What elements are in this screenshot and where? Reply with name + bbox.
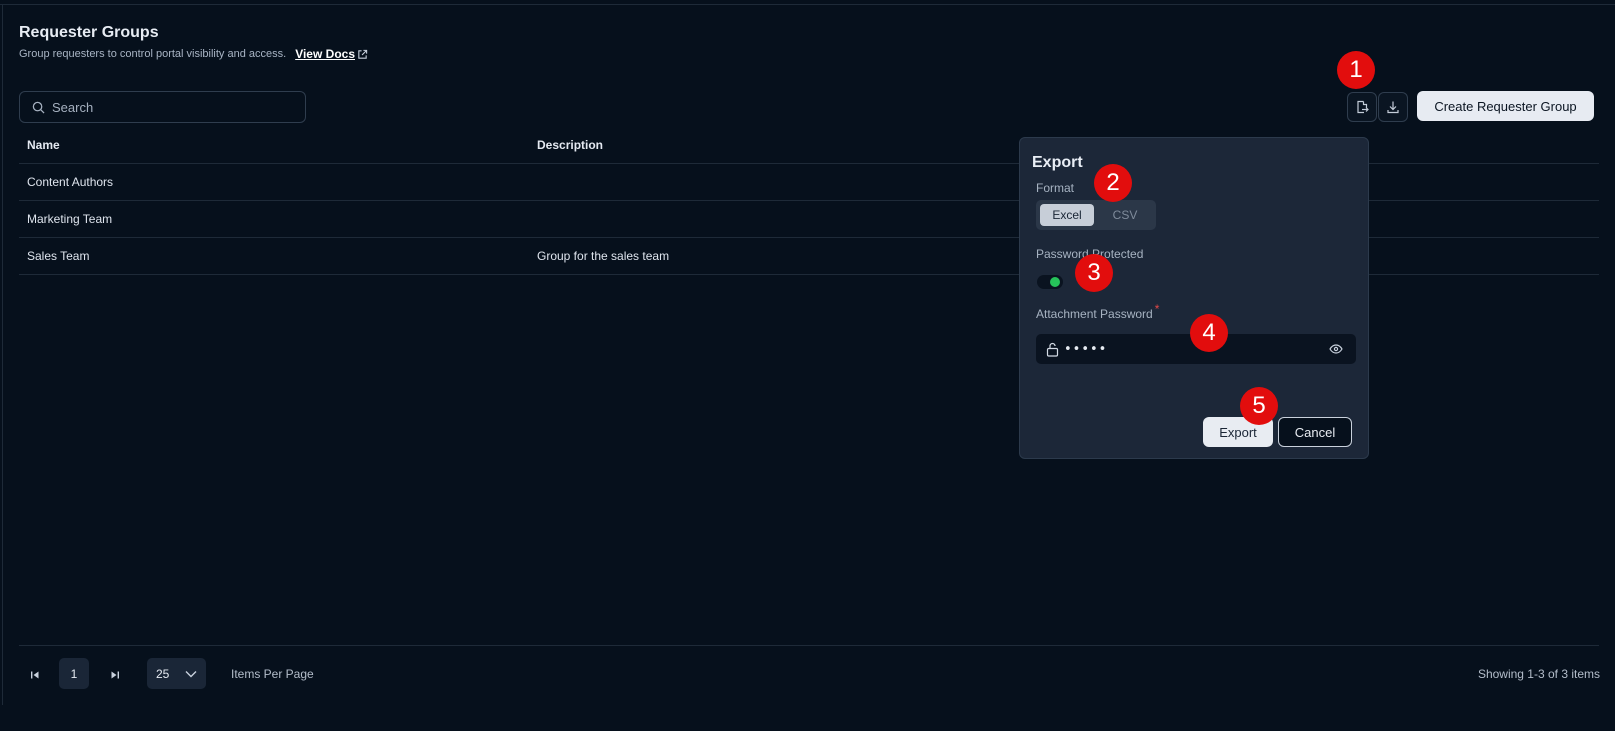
format-option-csv[interactable]: CSV (1098, 204, 1152, 226)
export-popover: Export Format Excel CSV Password Protect… (1019, 137, 1369, 459)
page-subtitle-text: Group requesters to control portal visib… (19, 48, 287, 60)
switch-knob (1050, 277, 1060, 287)
attachment-password-label: Attachment Password (1036, 307, 1153, 321)
column-header-description[interactable]: Description (537, 138, 603, 152)
step-marker-1: 1 (1337, 51, 1375, 89)
first-page-button[interactable] (20, 660, 50, 690)
attachment-password-label-row: Attachment Password * (1036, 302, 1159, 321)
required-asterisk: * (1154, 302, 1160, 316)
items-per-page-value: 25 (156, 666, 170, 681)
view-docs-link[interactable]: View Docs (295, 47, 368, 61)
cancel-button[interactable]: Cancel (1278, 417, 1352, 447)
eye-icon[interactable] (1329, 344, 1343, 354)
format-option-excel[interactable]: Excel (1040, 204, 1094, 226)
export-button[interactable] (1347, 92, 1377, 122)
chevron-down-icon (185, 670, 197, 677)
search-field[interactable] (19, 91, 306, 123)
search-icon (32, 101, 45, 114)
last-page-icon (111, 671, 119, 679)
download-icon (1387, 101, 1399, 114)
showing-count: Showing 1-3 of 3 items (1477, 667, 1600, 681)
page-title: Requester Groups (19, 24, 159, 41)
current-page-button[interactable]: 1 (59, 658, 89, 689)
row-name: Content Authors (27, 175, 114, 189)
row-description: Group for the sales team (537, 249, 670, 263)
external-link-icon (358, 49, 368, 59)
lock-icon (1046, 342, 1059, 357)
row-name: Marketing Team (27, 212, 113, 226)
view-docs-label: View Docs (295, 47, 355, 61)
items-per-page-select[interactable]: 25 (147, 658, 206, 689)
row-name: Sales Team (27, 249, 90, 263)
window-left-border (0, 5, 3, 705)
format-toggle: Excel CSV (1036, 200, 1156, 230)
first-page-icon (31, 671, 39, 679)
window-top-border (0, 0, 1615, 5)
footer-divider (19, 645, 1599, 646)
step-marker-4: 4 (1190, 314, 1228, 352)
page-subtitle: Group requesters to control portal visib… (19, 47, 368, 61)
export-file-icon (1357, 100, 1369, 114)
last-page-button[interactable] (100, 660, 130, 690)
export-popover-title: Export (1032, 154, 1083, 171)
step-marker-2: 2 (1094, 164, 1132, 202)
create-requester-group-button[interactable]: Create Requester Group (1417, 91, 1594, 121)
format-label: Format (1036, 181, 1075, 195)
step-marker-5: 5 (1240, 387, 1278, 425)
download-button[interactable] (1378, 92, 1408, 122)
column-header-name[interactable]: Name (27, 138, 60, 152)
search-input[interactable] (52, 99, 282, 115)
step-marker-3: 3 (1075, 254, 1113, 292)
password-protected-switch[interactable] (1037, 275, 1063, 289)
items-per-page-label: Items Per Page (231, 667, 314, 681)
